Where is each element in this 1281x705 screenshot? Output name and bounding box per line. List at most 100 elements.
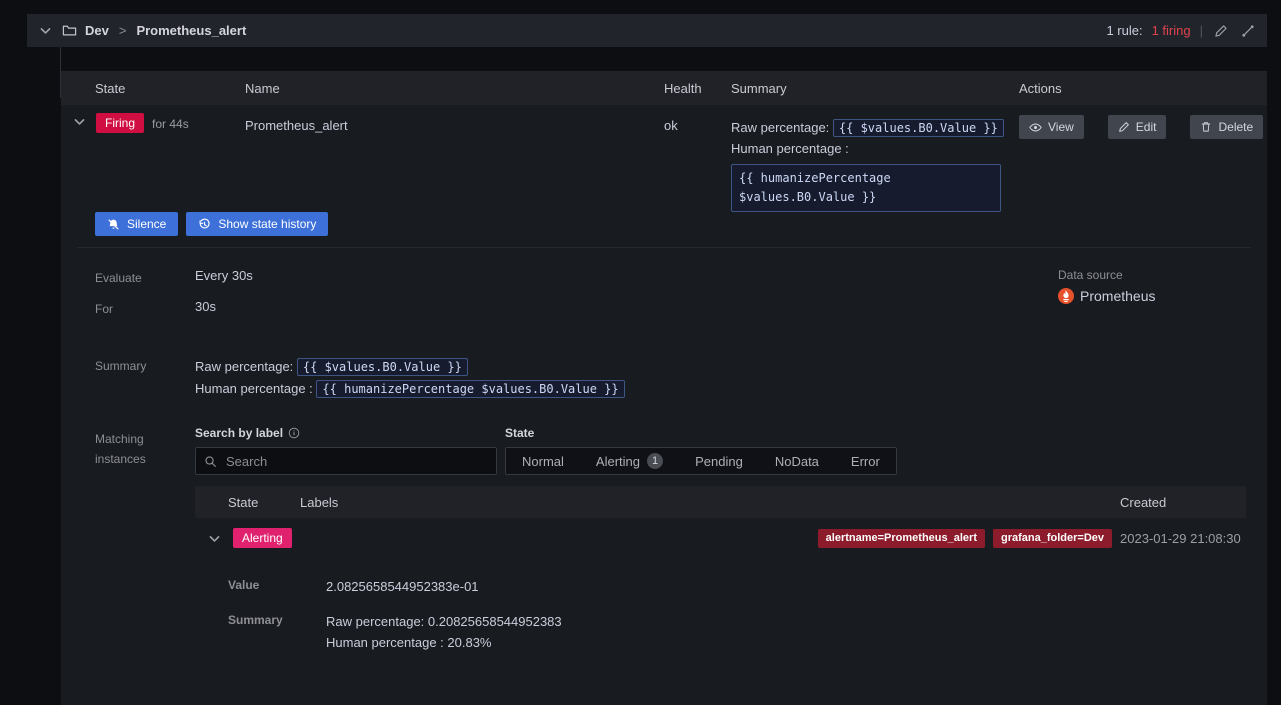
label-badge-folder: grafana_folder=Dev bbox=[992, 528, 1112, 548]
state-option-label: NoData bbox=[774, 453, 819, 469]
state-filter-group: State Normal Alerting 1 Pending NoData E… bbox=[505, 426, 897, 475]
instance-row: Alerting alertname=Prometheus_alert graf… bbox=[195, 518, 1246, 558]
rule-quick-actions: Silence Show state history bbox=[61, 212, 1267, 236]
pencil-icon bbox=[1214, 24, 1228, 38]
state-option-pending[interactable]: Pending bbox=[679, 448, 759, 474]
rule-row: Firing for 44s Prometheus_alert ok Raw p… bbox=[61, 105, 1267, 212]
instance-value-row: Value 2.0825658544952383e-01 bbox=[195, 576, 1246, 597]
evaluate-label: Evaluate bbox=[95, 271, 142, 285]
rule-expand-toggle[interactable] bbox=[71, 113, 88, 130]
instance-summary-raw: Raw percentage: 0.20825658544952383 bbox=[326, 614, 562, 629]
view-button-label: View bbox=[1048, 120, 1074, 134]
value-label: Value bbox=[228, 578, 260, 592]
state-option-label: Error bbox=[850, 453, 880, 469]
label-search-box bbox=[195, 447, 497, 475]
instances-table-header: State Labels Created bbox=[195, 486, 1246, 518]
edit-button-label: Edit bbox=[1135, 120, 1157, 134]
datasource-name: Prometheus bbox=[1080, 288, 1156, 304]
state-option-label: Normal bbox=[522, 453, 564, 469]
delete-button[interactable]: Delete bbox=[1190, 115, 1264, 139]
folder-icon bbox=[62, 23, 77, 38]
edit-group-button[interactable] bbox=[1212, 22, 1230, 40]
firing-count-text: 1 firing bbox=[1151, 23, 1191, 38]
summary-label: Summary bbox=[95, 359, 147, 373]
state-option-label: Alerting bbox=[595, 453, 640, 469]
silence-button[interactable]: Silence bbox=[95, 212, 179, 236]
prometheus-flame-icon bbox=[1058, 288, 1074, 304]
reorder-rules-button[interactable] bbox=[1239, 22, 1257, 40]
search-icon bbox=[204, 455, 217, 468]
instance-summary-row: Summary Raw percentage: 0.20825658544952… bbox=[195, 611, 1246, 653]
instance-expand-toggle[interactable] bbox=[206, 530, 223, 547]
summary-raw-label: Raw percentage: bbox=[195, 359, 294, 374]
matching-instances-label: Matching instances bbox=[95, 426, 195, 681]
summary-raw-label: Raw percentage: bbox=[731, 120, 830, 135]
chevron-down-icon bbox=[208, 532, 221, 545]
col-name: Name bbox=[245, 80, 280, 96]
chevron-down-icon bbox=[39, 24, 52, 37]
history-icon bbox=[198, 218, 211, 231]
group-header-bar: Dev > Prometheus_alert 1 rule: 1 firing … bbox=[27, 14, 1267, 47]
for-value: 30s bbox=[195, 299, 216, 314]
rule-health: ok bbox=[664, 118, 678, 133]
alerting-count-badge: 1 bbox=[646, 453, 664, 469]
col-summary: Summary bbox=[731, 80, 787, 96]
view-button[interactable]: View bbox=[1019, 115, 1084, 139]
matching-instances-content: Search by label Search State Normal Aler… bbox=[195, 426, 1246, 681]
trash-icon bbox=[1200, 121, 1212, 133]
rule-details-section: Data source Prometheus Evaluate Every 30… bbox=[61, 248, 1267, 681]
reorder-icon bbox=[1241, 24, 1255, 38]
breadcrumb-separator: > bbox=[118, 23, 127, 38]
rule-count-text: 1 rule: bbox=[1106, 23, 1143, 38]
show-state-history-button[interactable]: Show state history bbox=[186, 212, 329, 236]
summary-human-label: Human percentage : bbox=[195, 381, 313, 396]
rule-actions-cell: View Edit Delete bbox=[1019, 113, 1267, 212]
col-state: State bbox=[228, 494, 259, 510]
instances-table: State Labels Created Alerting alertname=… bbox=[195, 486, 1246, 681]
search-by-label-label: Search by label bbox=[195, 426, 284, 440]
instance-summary-label: Summary bbox=[228, 613, 283, 627]
label-badge-alertname: alertname=Prometheus_alert bbox=[817, 528, 985, 548]
history-button-label: Show state history bbox=[218, 217, 317, 231]
summary-human-template: {{ humanizePercentage $values.B0.Value }… bbox=[731, 164, 1001, 212]
breadcrumb-rule: Prometheus_alert bbox=[136, 23, 247, 38]
search-by-label-group: Search by label bbox=[195, 426, 497, 475]
edit-button[interactable]: Edit bbox=[1107, 115, 1167, 139]
alert-rule-page: Dev > Prometheus_alert 1 rule: 1 firing … bbox=[0, 0, 1281, 705]
breadcrumb-folder: Dev bbox=[85, 23, 109, 38]
search-input[interactable] bbox=[224, 452, 488, 470]
alerting-state-badge: Alerting bbox=[233, 528, 292, 548]
col-created: Created bbox=[1120, 494, 1167, 510]
instance-value: 2.0825658544952383e-01 bbox=[326, 579, 479, 594]
state-option-alerting[interactable]: Alerting 1 bbox=[580, 448, 679, 474]
group-collapse-toggle[interactable] bbox=[37, 22, 54, 39]
datasource-label: Data source bbox=[1058, 268, 1123, 282]
col-state: State bbox=[95, 80, 126, 96]
chevron-down-icon bbox=[73, 115, 86, 128]
summary-raw-template: {{ $values.B0.Value }} bbox=[832, 119, 1004, 137]
info-icon[interactable] bbox=[288, 427, 300, 439]
state-option-nodata[interactable]: NoData bbox=[759, 448, 835, 474]
instance-details: Value 2.0825658544952383e-01 Summary Raw… bbox=[195, 558, 1246, 681]
group-header-actions: 1 rule: 1 firing | bbox=[1106, 22, 1257, 40]
summary-raw-template: {{ $values.B0.Value }} bbox=[296, 358, 468, 376]
delete-button-label: Delete bbox=[1218, 120, 1254, 134]
matching-instances-row: Matching instances Search by label Searc… bbox=[61, 426, 1267, 681]
state-filter-options: Normal Alerting 1 Pending NoData Error bbox=[505, 447, 897, 475]
eye-icon bbox=[1029, 121, 1042, 134]
header-divider: | bbox=[1199, 23, 1203, 38]
firing-duration: for 44s bbox=[152, 117, 189, 131]
state-option-normal[interactable]: Normal bbox=[506, 448, 580, 474]
state-option-error[interactable]: Error bbox=[835, 448, 896, 474]
col-actions: Actions bbox=[1019, 80, 1062, 96]
rule-summary-cell: Raw percentage: {{ $values.B0.Value }} H… bbox=[731, 113, 1019, 212]
col-labels: Labels bbox=[300, 494, 339, 510]
col-health: Health bbox=[664, 80, 702, 96]
firing-state-badge: Firing bbox=[96, 113, 145, 133]
state-option-label: Pending bbox=[695, 453, 743, 469]
matching-label-line1: Matching bbox=[95, 432, 144, 446]
for-label: For bbox=[95, 302, 113, 316]
instance-summary-human: Human percentage : 20.83% bbox=[326, 635, 492, 650]
summary-human-template: {{ humanizePercentage $values.B0.Value }… bbox=[316, 380, 625, 398]
state-filter-label: State bbox=[505, 426, 535, 440]
